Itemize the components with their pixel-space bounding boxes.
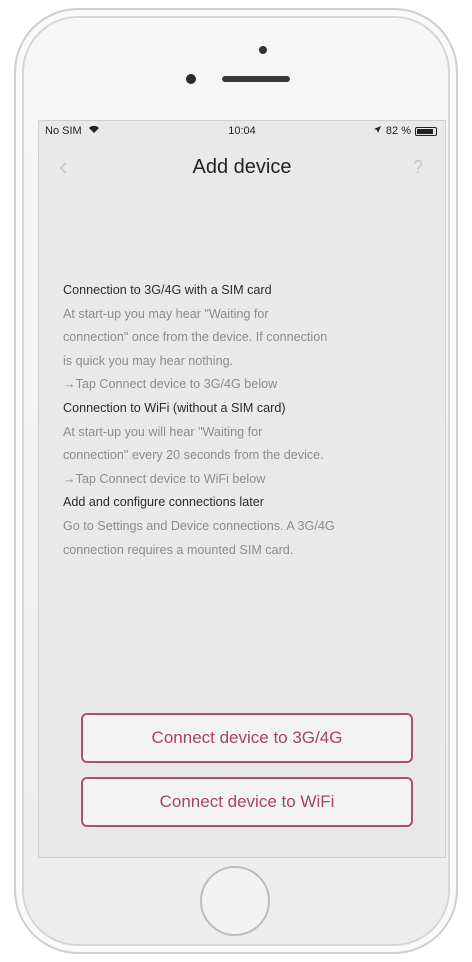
- connect-wifi-button[interactable]: Connect device to WiFi: [81, 777, 413, 827]
- connection-info: Connection to 3G/4G with a SIM card At s…: [63, 279, 433, 562]
- info-line: connection requires a mounted SIM card.: [63, 542, 294, 557]
- location-icon: [373, 125, 382, 137]
- status-right: 82 %: [373, 125, 437, 137]
- info-line: At start-up you may hear "Waiting for: [63, 306, 269, 321]
- nav-bar: ‹ Add device ?: [39, 143, 445, 191]
- info-heading-wifi: Connection to WiFi (without a SIM card): [63, 400, 286, 415]
- info-line: →Tap Connect device to 3G/4G below: [63, 377, 278, 392]
- connect-3g-button[interactable]: Connect device to 3G/4G: [81, 713, 413, 763]
- home-button[interactable]: [200, 866, 270, 936]
- status-bar: No SIM 10:04 82 %: [39, 121, 445, 141]
- info-line: connection" once from the device. If con…: [63, 330, 328, 345]
- front-camera: [186, 74, 196, 84]
- speaker-grille: [222, 76, 290, 82]
- battery-icon: [415, 126, 437, 136]
- info-line: is quick you may hear nothing.: [63, 353, 234, 368]
- info-line: connection" every 20 seconds from the de…: [63, 448, 324, 463]
- info-line: Go to Settings and Device connections. A…: [63, 518, 335, 533]
- info-heading-later: Add and configure connections later: [63, 495, 264, 510]
- page-title: Add device: [192, 156, 292, 178]
- info-line: At start-up you will hear "Waiting for: [63, 424, 263, 439]
- battery-percent: 82 %: [385, 125, 411, 137]
- help-button[interactable]: ?: [413, 157, 423, 178]
- app-screen: No SIM 10:04 82 % ‹ Add device ? Connect…: [38, 120, 446, 858]
- info-line: →Tap Connect device to WiFi below: [63, 471, 266, 486]
- info-heading-3g: Connection to 3G/4G with a SIM card: [63, 283, 272, 297]
- camera-dot: [259, 46, 267, 54]
